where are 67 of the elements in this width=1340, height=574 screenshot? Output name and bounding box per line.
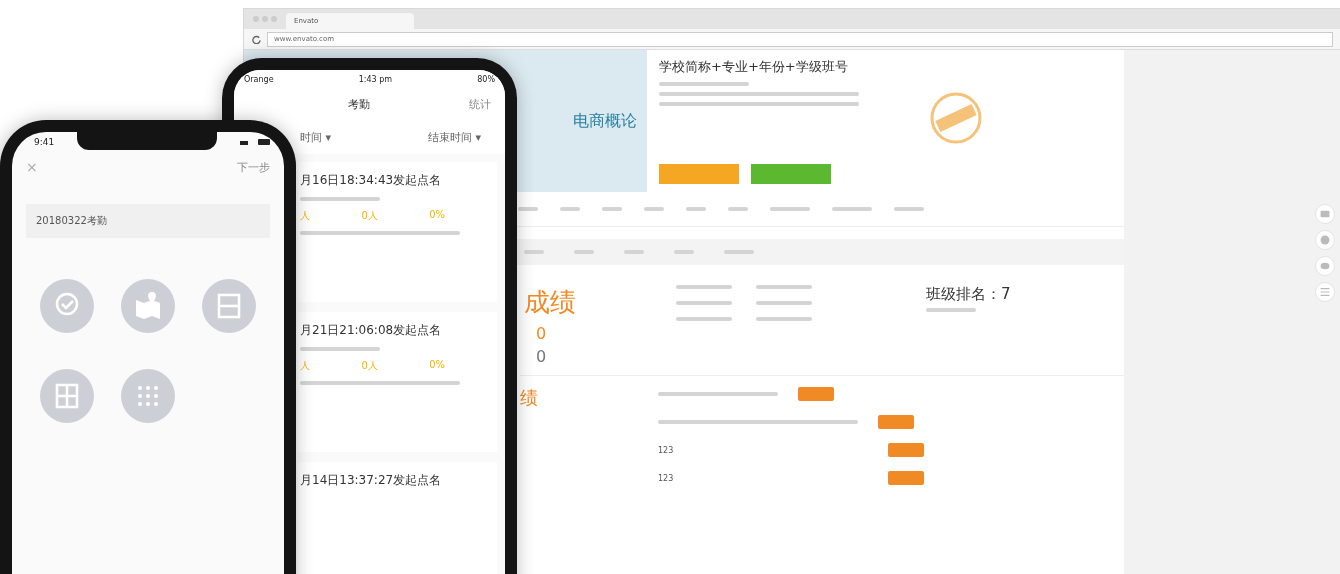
text-line-placeholder <box>676 317 732 321</box>
status-tag <box>798 387 834 401</box>
text-line-placeholder <box>926 308 976 312</box>
class-rank: 班级排名：7 <box>926 285 1011 304</box>
stat-value: 人 <box>300 359 310 373</box>
cover-caption: 电商概论 <box>573 110 637 132</box>
filter-dropdown[interactable]: 结束时间 ▾ <box>427 129 481 145</box>
text-line-placeholder <box>756 285 812 289</box>
text-line-placeholder <box>676 285 732 289</box>
dots-icon[interactable] <box>120 368 176 424</box>
reload-icon[interactable] <box>252 34 261 44</box>
score-value: 0 <box>535 324 548 343</box>
status-tag <box>878 415 914 429</box>
battery-icon <box>240 138 270 146</box>
text-line-placeholder <box>756 317 812 321</box>
score-title: 成绩 <box>524 286 576 319</box>
text-line-placeholder <box>602 207 622 211</box>
record-card[interactable]: 月21日21:06:08发起点名 人 0人 0% <box>298 312 497 452</box>
text-line-placeholder <box>770 207 810 211</box>
status-time: 1:43 pm <box>358 74 393 84</box>
score-value: 0 <box>535 347 548 366</box>
text-line-placeholder <box>676 301 732 305</box>
list-icon <box>1320 286 1330 297</box>
battery-label: 80% <box>477 74 495 84</box>
window-controls-icon[interactable] <box>252 15 278 23</box>
tool-button[interactable] <box>1315 281 1335 302</box>
record-title: 月14日13:37:27发起点名 <box>300 472 443 489</box>
text-line-placeholder <box>686 207 706 211</box>
text-line-placeholder <box>644 207 664 211</box>
text-line-placeholder <box>518 207 538 211</box>
stat-value: 0% <box>429 359 445 372</box>
record-title: 月21日21:06:08发起点名 <box>300 322 443 339</box>
stat-value: 0人 <box>361 359 378 373</box>
action-button[interactable] <box>751 164 831 184</box>
map-icon[interactable] <box>120 278 176 334</box>
tool-button[interactable] <box>1315 229 1335 250</box>
record-card[interactable]: 月16日18:34:43发起点名 人 0人 0% <box>298 162 497 302</box>
record-title: 月16日18:34:43发起点名 <box>300 172 443 189</box>
text-line-placeholder <box>560 207 580 211</box>
status-time: 9:41 <box>34 137 55 147</box>
text-line-placeholder <box>756 301 812 305</box>
action-button[interactable] <box>659 164 739 184</box>
status-tag <box>888 471 924 485</box>
next-button[interactable]: 下一步 <box>237 159 270 175</box>
carrier-label: Orange <box>244 74 274 84</box>
stat-value: 人 <box>300 209 310 223</box>
stat-value: 0人 <box>361 209 378 223</box>
text-line-placeholder <box>832 207 872 211</box>
assignment-name: 123 <box>658 473 675 483</box>
card-icon[interactable] <box>201 278 258 334</box>
course-title: 学校简称+专业+年份+学级班号 <box>659 58 849 76</box>
status-tag <box>888 443 924 457</box>
tool-button[interactable] <box>1315 255 1335 276</box>
stamp-icon <box>928 90 984 146</box>
assignment-name: 123 <box>658 445 675 455</box>
section-title: 绩 <box>520 386 538 410</box>
stat-value: 0% <box>429 209 445 222</box>
text-line-placeholder <box>894 207 924 211</box>
screen-title: 考勤 <box>347 96 370 112</box>
grid-icon[interactable] <box>38 368 95 424</box>
tool-button[interactable] <box>1315 203 1335 224</box>
badge-icon[interactable] <box>38 278 95 334</box>
text-line-placeholder <box>728 207 748 211</box>
filter-dropdown[interactable]: 时间 ▾ <box>300 129 332 145</box>
stats-link[interactable]: 统计 <box>469 96 491 112</box>
record-card[interactable]: 月14日13:37:27发起点名 <box>298 462 497 574</box>
input-field[interactable]: 20180322考勤 <box>26 204 270 238</box>
